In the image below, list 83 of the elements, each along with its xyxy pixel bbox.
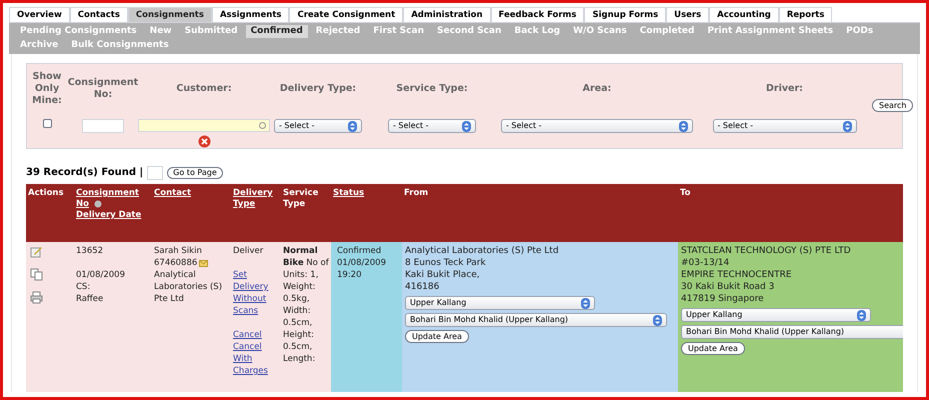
service-type-text: Normal Bike No of Units: 1, Weight: 0.5kg, Width: 0.5cm, Height: 0.5cm, Length: xyxy=(283,246,329,364)
driver-select[interactable]: Bohari Bin Mohd Khalid (Upper Kallang) xyxy=(681,325,903,339)
column-sort-link[interactable]: Contact xyxy=(154,188,192,199)
contact-name: Sarah Sikin xyxy=(154,245,203,257)
dropdown-arrows-icon xyxy=(462,120,471,132)
nav-tab[interactable]: Users xyxy=(666,7,710,22)
records-found-text: 39 Record(s) Found | xyxy=(26,166,144,180)
area-select[interactable]: Upper Kallang xyxy=(405,296,595,310)
circle-icon xyxy=(259,122,266,129)
filter-select[interactable]: - Select - xyxy=(712,119,856,133)
sort-icon[interactable] xyxy=(94,200,102,208)
column-sort-link[interactable]: Status xyxy=(333,188,364,199)
consignment-detail: CS: xyxy=(76,281,92,293)
nav-tab[interactable]: Reports xyxy=(778,7,832,22)
nav-tab[interactable]: Contacts xyxy=(70,7,128,22)
from-address-line: 8 Eunos Teck Park xyxy=(405,257,487,269)
status-text: 19:20 xyxy=(337,269,362,281)
to-address-line: 417819 Singapore xyxy=(681,293,765,305)
consignment-detail: 13652 xyxy=(76,245,104,257)
nav-tab[interactable]: Signup Forms xyxy=(584,7,666,22)
envelope-icon[interactable] xyxy=(199,260,208,266)
edit-icon[interactable] xyxy=(30,245,43,258)
printer-icon[interactable] xyxy=(30,291,43,304)
delivery-action-link[interactable]: Cancel xyxy=(233,329,279,341)
filter-select[interactable]: - Select - xyxy=(501,119,693,133)
dropdown-arrows-icon xyxy=(348,120,357,132)
from-address-line: Kaki Bukit Place, xyxy=(405,269,481,281)
nav-tab[interactable]: Accounting xyxy=(709,7,779,22)
to-address-line: STATCLEAN TECHNOLOGY (S) PTE LTD xyxy=(681,245,852,257)
consignment-detail: 01/08/2009 xyxy=(76,269,126,281)
consignment-no-field[interactable] xyxy=(82,119,124,133)
show-only-mine-checkbox[interactable] xyxy=(42,119,52,128)
column-sort-link[interactable]: Delivery Date xyxy=(76,210,142,220)
copy-icon[interactable] xyxy=(30,268,43,281)
delivery-type-text: Deliver xyxy=(233,245,264,257)
column-header: Service Type xyxy=(283,188,320,210)
filter-select[interactable]: - Select - xyxy=(274,119,362,133)
status-text: 01/08/2009 xyxy=(337,257,387,269)
dropdown-arrows-icon xyxy=(581,298,590,308)
contact-company: Analytical Laboratories (S) Pte Ltd xyxy=(154,269,224,305)
to-address-line: EMPIRE TECHNOCENTRE xyxy=(681,269,793,281)
update-area-button[interactable]: Update Area xyxy=(681,342,745,355)
column-header: Actions xyxy=(28,188,64,199)
filter-label: Driver: xyxy=(766,83,803,95)
nav-tab[interactable]: Administration xyxy=(403,7,491,22)
filter-label: Show Only Mine: xyxy=(31,71,63,107)
nav-tab[interactable]: Consignments xyxy=(128,7,212,22)
nav-tab[interactable]: Overview xyxy=(9,7,70,22)
search-button[interactable]: Search xyxy=(872,99,914,112)
to-address-line: #03-13/14 xyxy=(681,257,730,269)
dropdown-arrows-icon xyxy=(842,120,852,132)
filter-label: Customer: xyxy=(176,83,232,95)
consignment-detail: Raffee xyxy=(76,293,104,305)
dropdown-arrows-icon xyxy=(857,310,866,320)
filter-select[interactable]: - Select - xyxy=(388,119,476,133)
nav-tab[interactable]: Create Consignment xyxy=(289,7,404,22)
filter-label: Delivery Type: xyxy=(280,83,356,95)
go-to-page-button[interactable]: Go to Page xyxy=(167,166,223,178)
clear-icon[interactable] xyxy=(198,135,210,148)
column-sort-link[interactable]: Delivery Type xyxy=(233,188,279,210)
update-area-button[interactable]: Update Area xyxy=(405,330,469,343)
to-address-line: 30 Kaki Bukit Road 3 xyxy=(681,281,776,293)
page-number-field[interactable] xyxy=(147,166,164,180)
contact-phone: 67460886 xyxy=(154,257,198,269)
filter-label: Area: xyxy=(582,83,612,95)
nav-tab[interactable]: Assignments xyxy=(212,7,290,22)
column-header: From xyxy=(404,188,428,199)
delivery-action-link[interactable]: Cancel With Charges xyxy=(233,341,279,377)
status-text: Confirmed xyxy=(337,245,382,257)
nav-tab[interactable]: Feedback Forms xyxy=(490,7,584,22)
subnav-link[interactable]: Confirmed xyxy=(246,25,308,38)
dropdown-arrows-icon xyxy=(653,314,662,326)
column-header: To xyxy=(680,188,691,199)
column-sort-link[interactable]: Consignment No xyxy=(76,188,140,210)
filter-label: Consignment No: xyxy=(67,77,139,101)
customer-field[interactable] xyxy=(138,119,270,132)
area-select[interactable]: Upper Kallang xyxy=(681,308,871,322)
dropdown-arrows-icon xyxy=(679,120,688,132)
from-address-line: Analytical Laboratories (S) Pte Ltd xyxy=(405,245,560,257)
delivery-action-link[interactable]: Set Delivery Without Scans xyxy=(233,269,279,317)
filter-label: Service Type: xyxy=(396,83,468,95)
driver-select[interactable]: Bohari Bin Mohd Khalid (Upper Kallang) xyxy=(405,313,667,327)
from-address-line: 416186 xyxy=(405,281,440,293)
